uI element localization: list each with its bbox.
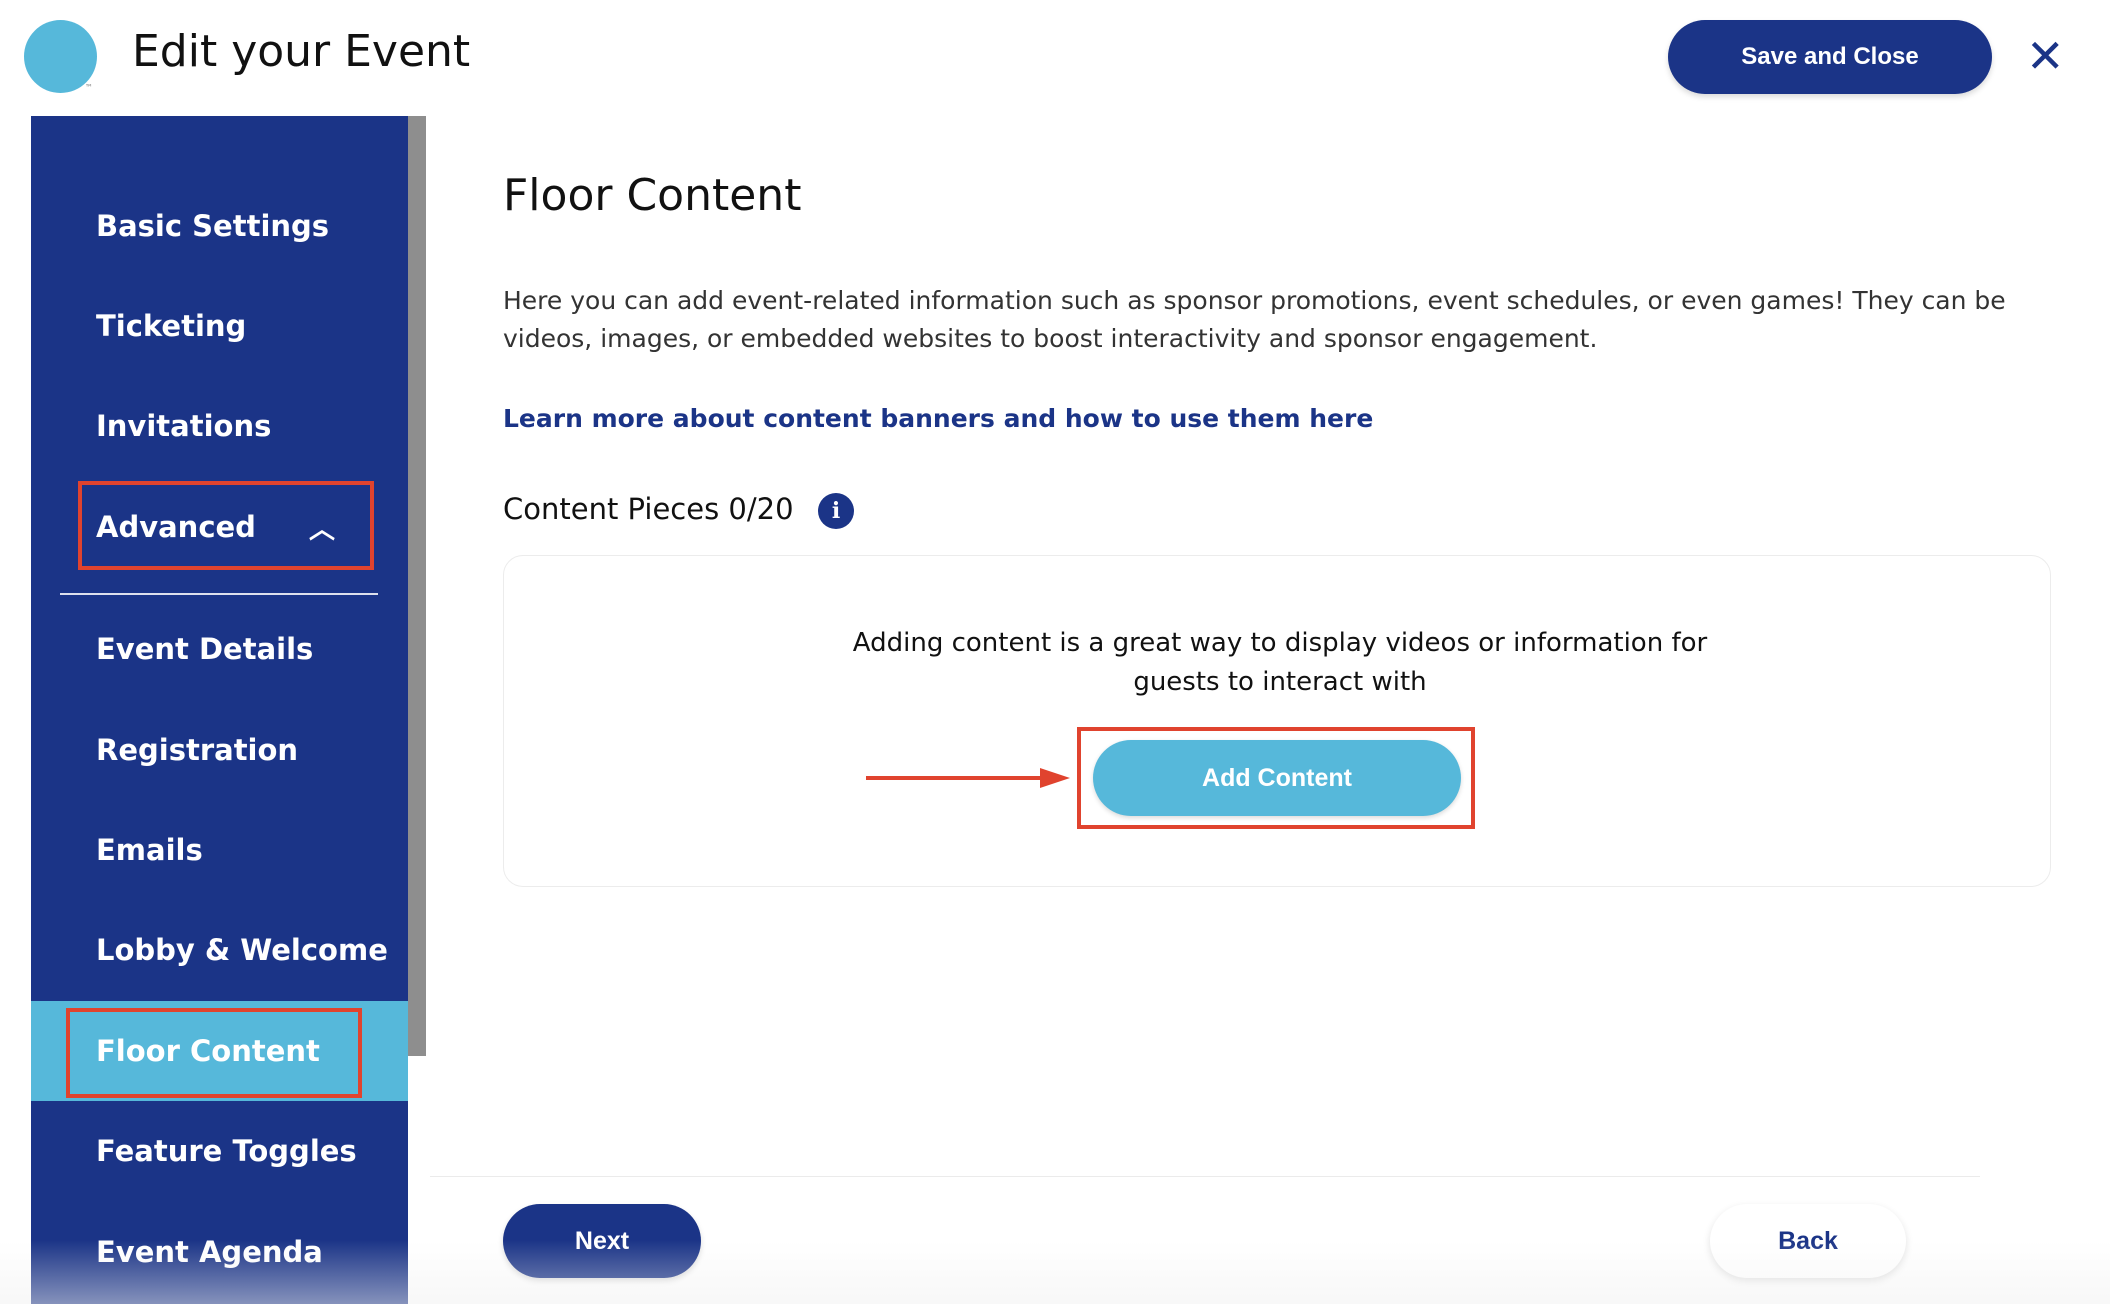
next-button[interactable]: Next [503, 1204, 701, 1278]
add-content-button[interactable]: Add Content [1093, 740, 1461, 816]
sidebar-item-label: Registration [96, 733, 299, 767]
empty-state-text: Adding content is a great way to display… [852, 628, 1708, 697]
learn-more-link[interactable]: Learn more about content banners and how… [503, 404, 1373, 433]
back-button[interactable]: Back [1710, 1204, 1906, 1278]
sidebar-divider [60, 593, 378, 595]
sidebar-item-label: Invitations [96, 409, 272, 443]
content-pieces-label: Content Pieces 0/20 [503, 492, 794, 526]
sidebar-item-event-details[interactable]: Event Details [31, 599, 408, 699]
info-icon[interactable]: i [818, 493, 854, 529]
sidebar-item-feature-toggles[interactable]: Feature Toggles [31, 1101, 408, 1201]
sidebar-nav: Basic Settings Ticketing Invitations Adv… [31, 116, 408, 1304]
content-empty-card [503, 555, 2051, 887]
sidebar-item-label: Lobby & Welcome [96, 933, 388, 967]
highlight-advanced [78, 481, 374, 570]
sidebar-item-label: Emails [96, 833, 203, 867]
sidebar-item-label: Event Details [96, 632, 314, 666]
sidebar-item-registration[interactable]: Registration [31, 700, 408, 800]
page-description: Here you can add event-related informati… [503, 286, 2006, 353]
sidebar-item-basic-settings[interactable]: Basic Settings [31, 176, 408, 276]
close-icon[interactable]: ✕ [2026, 33, 2065, 79]
page-header-title: Edit your Event [132, 26, 471, 77]
footer-divider [430, 1176, 1980, 1177]
sidebar-item-event-agenda[interactable]: Event Agenda [31, 1202, 408, 1302]
trademark-mark: ™ [85, 83, 93, 92]
sidebar-item-label: Ticketing [96, 309, 247, 343]
sidebar-item-label: Basic Settings [96, 209, 330, 243]
sidebar-item-label: Event Agenda [96, 1235, 323, 1269]
sidebar-item-label: Feature Toggles [96, 1134, 357, 1168]
sidebar-item-invitations[interactable]: Invitations [31, 376, 408, 476]
sidebar-scrollbar[interactable] [408, 116, 426, 1056]
save-and-close-button[interactable]: Save and Close [1668, 20, 1992, 94]
sidebar-item-emails[interactable]: Emails [31, 800, 408, 900]
sidebar-item-ticketing[interactable]: Ticketing [31, 276, 408, 376]
page-title: Floor Content [503, 170, 802, 221]
highlight-floor-content [66, 1008, 362, 1098]
arrow-right-icon [866, 768, 1070, 788]
sidebar-item-lobby-welcome[interactable]: Lobby & Welcome [31, 900, 408, 1000]
